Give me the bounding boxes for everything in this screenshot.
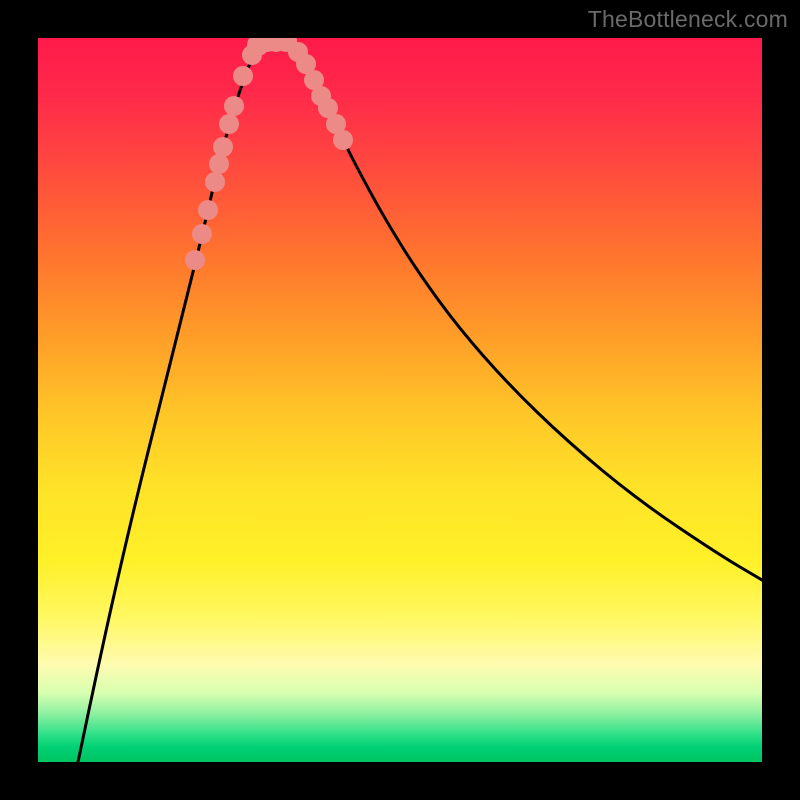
watermark-text: TheBottleneck.com	[588, 6, 788, 33]
data-dot	[192, 224, 212, 244]
chart-frame: TheBottleneck.com	[0, 0, 800, 800]
data-dot	[205, 172, 225, 192]
curve-layer	[38, 38, 762, 762]
data-dot	[209, 154, 229, 174]
data-dot	[333, 130, 353, 150]
data-dot	[233, 66, 253, 86]
data-dot	[185, 250, 205, 270]
data-dot	[219, 114, 239, 134]
curve-left-curve	[78, 40, 263, 762]
curve-right-curve	[288, 40, 762, 580]
plot-area	[38, 38, 762, 762]
data-dot	[213, 137, 233, 157]
data-dot	[198, 200, 218, 220]
data-dot	[224, 96, 244, 116]
